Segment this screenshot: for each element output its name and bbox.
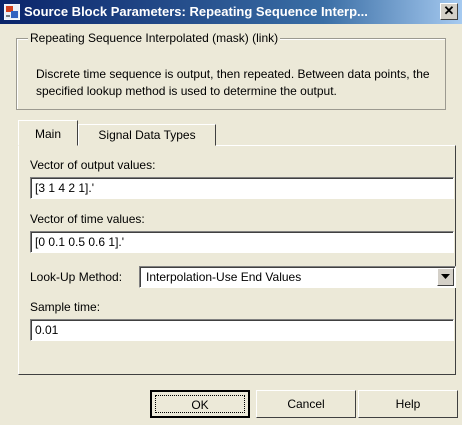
title-bar[interactable]: Source Block Parameters: Repeating Seque… [0, 0, 462, 24]
window-title: Source Block Parameters: Repeating Seque… [24, 4, 368, 19]
dropdown-button[interactable] [437, 268, 454, 286]
sample-time-label: Sample time: [30, 300, 101, 314]
close-button[interactable]: ✕ [440, 3, 458, 20]
sample-time-field[interactable]: 0.01 [30, 319, 454, 341]
time-values-field[interactable]: [0 0.1 0.5 0.6 1].' [30, 231, 454, 253]
mask-group-label: Repeating Sequence Interpolated (mask) (… [28, 31, 281, 45]
cancel-button[interactable]: Cancel [256, 390, 356, 418]
help-button[interactable]: Help [358, 390, 458, 418]
lookup-method-select[interactable]: Interpolation-Use End Values [139, 266, 456, 288]
mask-description: Discrete time sequence is output, then r… [36, 67, 430, 98]
ok-button-label: OK [191, 398, 209, 412]
output-values-label: Vector of output values: [30, 158, 156, 172]
ok-button[interactable]: OK [150, 390, 250, 418]
chevron-down-icon [441, 274, 450, 279]
lookup-method-label: Look-Up Method: [30, 270, 123, 284]
tab-signal-data-types[interactable]: Signal Data Types [78, 124, 216, 146]
help-button-label: Help [395, 397, 421, 411]
cancel-button-label: Cancel [287, 397, 325, 411]
time-values-label: Vector of time values: [30, 212, 145, 226]
lookup-method-value: Interpolation-Use End Values [146, 270, 302, 284]
tab-main[interactable]: Main [18, 120, 78, 146]
output-values-field[interactable]: [3 1 4 2 1].' [30, 177, 454, 199]
simulink-block-icon [3, 3, 21, 21]
close-icon: ✕ [443, 3, 455, 18]
tab-signal-data-types-label: Signal Data Types [98, 128, 196, 142]
tab-main-label: Main [34, 127, 61, 141]
